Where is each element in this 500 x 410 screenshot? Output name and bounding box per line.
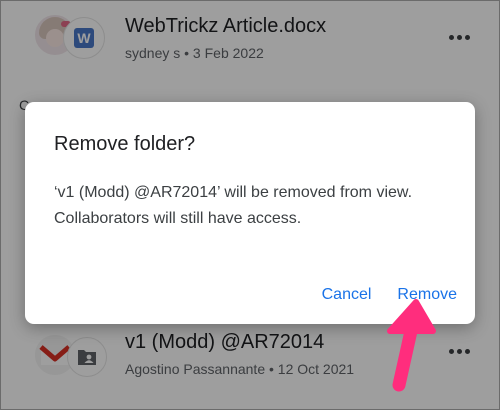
- dialog-actions: Cancel Remove: [322, 286, 457, 304]
- cancel-button[interactable]: Cancel: [322, 286, 372, 304]
- dialog-title: Remove folder?: [54, 133, 196, 155]
- screen: W WebTrickz Article.docx sydney s • 3 Fe…: [0, 0, 500, 410]
- remove-button[interactable]: Remove: [397, 286, 457, 304]
- dialog-message: ‘v1 (Modd) @AR72014’ will be removed fro…: [54, 180, 454, 232]
- dialog-message-line: ‘v1 (Modd) @AR72014’ will be removed fro…: [54, 184, 413, 201]
- dialog-message-line: Collaborators will still have access.: [54, 210, 302, 227]
- remove-folder-dialog: Remove folder? ‘v1 (Modd) @AR72014’ will…: [25, 102, 475, 324]
